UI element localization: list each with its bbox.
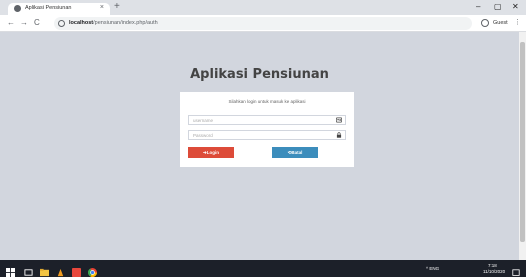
- task-view-icon[interactable]: [24, 264, 33, 276]
- scrollbar[interactable]: [519, 32, 526, 260]
- url-text: localhost/pensiunan/index.php/auth: [69, 20, 158, 26]
- avatar-icon: [481, 19, 489, 27]
- back-button[interactable]: ←: [7, 18, 15, 28]
- login-label: Login: [206, 150, 220, 155]
- login-button[interactable]: ➔Login: [188, 147, 234, 158]
- page-title: Aplikasi Pensiunan: [190, 67, 329, 82]
- close-tab-icon[interactable]: ×: [100, 4, 104, 11]
- app-icon[interactable]: [72, 264, 81, 277]
- url-host: localhost: [69, 20, 94, 26]
- browser-toolbar: ← → C localhost/pensiunan/index.php/auth…: [0, 15, 526, 32]
- info-icon[interactable]: [58, 20, 65, 27]
- taskbar: ^ ENG 7:18 11/10/2020: [0, 260, 526, 277]
- minimize-button[interactable]: –: [476, 2, 480, 12]
- login-message: Silahkan login untuk masuk ke aplikasi: [228, 99, 306, 104]
- forward-button[interactable]: →: [20, 18, 28, 28]
- address-bar[interactable]: localhost/pensiunan/index.php/auth: [54, 17, 472, 30]
- close-window-button[interactable]: ✕: [512, 2, 519, 12]
- tab-title: Aplikasi Pensiunan: [25, 5, 72, 11]
- maximize-button[interactable]: ▢: [494, 2, 502, 12]
- password-input[interactable]: [189, 131, 329, 139]
- screen: Aplikasi Pensiunan × + – ▢ ✕ ← → C local…: [0, 0, 526, 277]
- notification-icon[interactable]: [512, 264, 521, 276]
- clock-time[interactable]: 7:18: [488, 263, 497, 268]
- profile-button[interactable]: Guest: [481, 18, 517, 29]
- scrollbar-thumb[interactable]: [520, 42, 525, 242]
- new-tab-button[interactable]: +: [114, 2, 120, 12]
- system-tray[interactable]: ^ ENG: [426, 266, 439, 271]
- url-path: /pensiunan/index.php/auth: [93, 20, 158, 26]
- globe-icon: [14, 5, 21, 12]
- menu-icon[interactable]: ⋮: [514, 18, 521, 28]
- password-field-wrapper: [188, 130, 346, 140]
- clock-date[interactable]: 11/10/2020: [483, 269, 505, 274]
- chrome-icon[interactable]: [88, 264, 97, 277]
- batal-label: Batal: [291, 150, 303, 155]
- username-field-wrapper: [188, 115, 346, 125]
- username-input[interactable]: [189, 116, 329, 124]
- windows-start-icon[interactable]: [6, 264, 15, 277]
- app-icon[interactable]: [56, 264, 65, 277]
- lock-icon: [336, 132, 342, 140]
- browser-tab[interactable]: Aplikasi Pensiunan ×: [8, 3, 110, 15]
- login-box: Silahkan login untuk masuk ke aplikasi ➔…: [180, 92, 354, 167]
- file-explorer-icon[interactable]: [40, 264, 49, 277]
- profile-label: Guest: [493, 20, 508, 26]
- id-card-icon: [335, 117, 343, 125]
- reload-button[interactable]: C: [34, 18, 40, 28]
- batal-button[interactable]: ⟲Batal: [272, 147, 318, 158]
- browser-tab-strip: Aplikasi Pensiunan × + – ▢ ✕: [0, 0, 526, 15]
